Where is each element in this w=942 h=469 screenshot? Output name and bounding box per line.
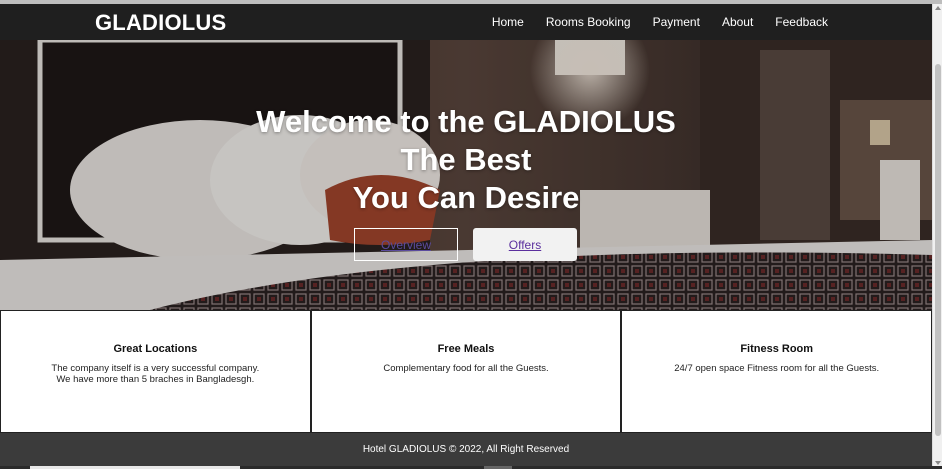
feature-description-line2: We have more than 5 braches in Banglades… <box>56 374 255 385</box>
footer: Hotel GLADIOLUS © 2022, All Right Reserv… <box>0 433 932 466</box>
feature-title: Free Meals <box>437 343 495 355</box>
feature-description-line1: 24/7 open space Fitness room for all the… <box>674 363 880 374</box>
nav-menu: Home Rooms Booking Payment About Feedbac… <box>492 4 828 40</box>
footer-copyright: Hotel GLADIOLUS © 2022, All Right Reserv… <box>362 444 570 455</box>
feature-title: Fitness Room <box>740 343 814 355</box>
nav-rooms-booking[interactable]: Rooms Booking <box>546 15 631 29</box>
nav-feedback[interactable]: Feedback <box>775 15 828 29</box>
scrollbar-thumb[interactable] <box>935 64 941 436</box>
feature-description-line1: Complementary food for all the Guests. <box>383 363 549 374</box>
navbar: GLADIOLUS Home Rooms Booking Payment Abo… <box>0 4 932 40</box>
hero-title-line1: Welcome to the GLADIOLUS <box>256 104 676 139</box>
page: GLADIOLUS Home Rooms Booking Payment Abo… <box>0 0 942 469</box>
nav-about[interactable]: About <box>722 15 753 29</box>
hero-title-line2: The Best <box>400 142 532 177</box>
scroll-down-arrow-icon[interactable] <box>935 461 941 465</box>
feature-card-meals: Free Meals Complementary food for all th… <box>310 310 622 433</box>
feature-title: Great Locations <box>113 343 198 355</box>
nav-home[interactable]: Home <box>492 15 524 29</box>
scroll-up-arrow-icon[interactable] <box>935 6 941 10</box>
hero-title-line3: You Can Desire <box>352 180 580 215</box>
offers-button[interactable]: Offers <box>473 228 577 261</box>
hero-banner: Welcome to the GLADIOLUS The Best You Ca… <box>0 40 932 310</box>
overview-button[interactable]: Overview <box>354 228 458 261</box>
features-section: Great Locations The company itself is a … <box>0 310 933 433</box>
nav-payment[interactable]: Payment <box>653 15 700 29</box>
feature-description-line1: The company itself is a very successful … <box>51 363 260 374</box>
feature-card-fitness: Fitness Room 24/7 open space Fitness roo… <box>621 310 933 433</box>
hero-title: Welcome to the GLADIOLUS The Best You Ca… <box>0 103 932 217</box>
vertical-scrollbar[interactable] <box>932 4 942 469</box>
brand-logo[interactable]: GLADIOLUS <box>95 10 226 36</box>
feature-card-locations: Great Locations The company itself is a … <box>0 310 311 433</box>
